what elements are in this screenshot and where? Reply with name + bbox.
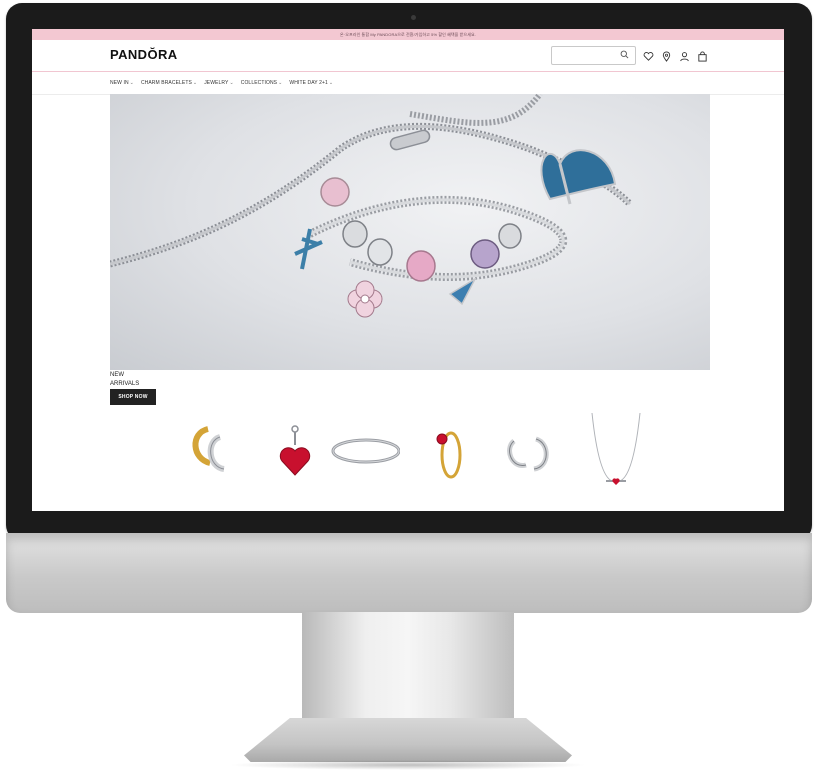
product-row <box>160 411 660 489</box>
site-header: PANDŎRA <box>32 40 784 72</box>
promo-banner[interactable]: 온·오프라인 통합 My PANDORA으로 전환/가입하고 5% 할인 혜택을… <box>32 29 784 40</box>
chevron-down-icon: ⌄ <box>328 80 334 86</box>
camera-dot <box>411 15 416 20</box>
brand-logo[interactable]: PANDŎRA <box>110 47 178 62</box>
product-gold-silver-hoop-earrings[interactable] <box>178 411 248 489</box>
product-silver-hoop-earrings[interactable] <box>492 411 562 489</box>
search-box[interactable] <box>551 46 636 65</box>
chevron-down-icon: ⌄ <box>229 80 234 86</box>
header-icons <box>643 49 708 62</box>
shop-now-button[interactable]: SHOP NOW <box>110 389 156 405</box>
search-input[interactable] <box>552 47 620 62</box>
product-silver-bracelet[interactable] <box>330 411 401 489</box>
store-locator-pin-icon[interactable] <box>661 49 672 62</box>
wishlist-heart-icon[interactable] <box>643 49 654 61</box>
nav-item-jewelry[interactable]: JEWELRY⌄ <box>204 80 234 86</box>
chevron-down-icon: ⌄ <box>192 80 198 86</box>
nav-item-charm-bracelets[interactable]: CHARM BRACELETS⌄ <box>141 80 197 86</box>
screen: 온·오프라인 통합 My PANDORA으로 전환/가입하고 5% 할인 혜택을… <box>32 29 784 511</box>
product-red-stone-gold-ring[interactable] <box>415 411 485 489</box>
monitor-chin <box>6 533 812 613</box>
search-icon[interactable] <box>620 50 629 61</box>
chevron-down-icon: ⌄ <box>129 80 134 86</box>
hero-headline: NEW ARRIVALS <box>110 371 139 389</box>
stand-shadow <box>228 760 588 770</box>
main-navigation: NEW IN⌄ CHARM BRACELETS⌄ JEWELRY⌄ COLLEC… <box>32 72 784 95</box>
shopping-bag-icon[interactable] <box>697 49 708 62</box>
product-red-heart-charm[interactable] <box>258 411 328 489</box>
nav-item-collections[interactable]: COLLECTIONS⌄ <box>241 80 283 86</box>
product-heart-pendant-necklace[interactable] <box>578 411 648 489</box>
hero-line-1: NEW <box>110 372 124 378</box>
account-user-icon[interactable] <box>679 49 690 62</box>
monitor-stand-neck <box>302 612 514 722</box>
monitor-stand-base <box>244 718 572 762</box>
hero-line-2: ARRIVALS <box>110 381 140 387</box>
nav-item-white-day[interactable]: WHITE DAY 2+1⌄ <box>289 80 333 86</box>
chevron-down-icon: ⌄ <box>278 80 283 86</box>
hero-banner-image[interactable] <box>110 94 710 370</box>
nav-item-new-in[interactable]: NEW IN⌄ <box>110 80 134 86</box>
